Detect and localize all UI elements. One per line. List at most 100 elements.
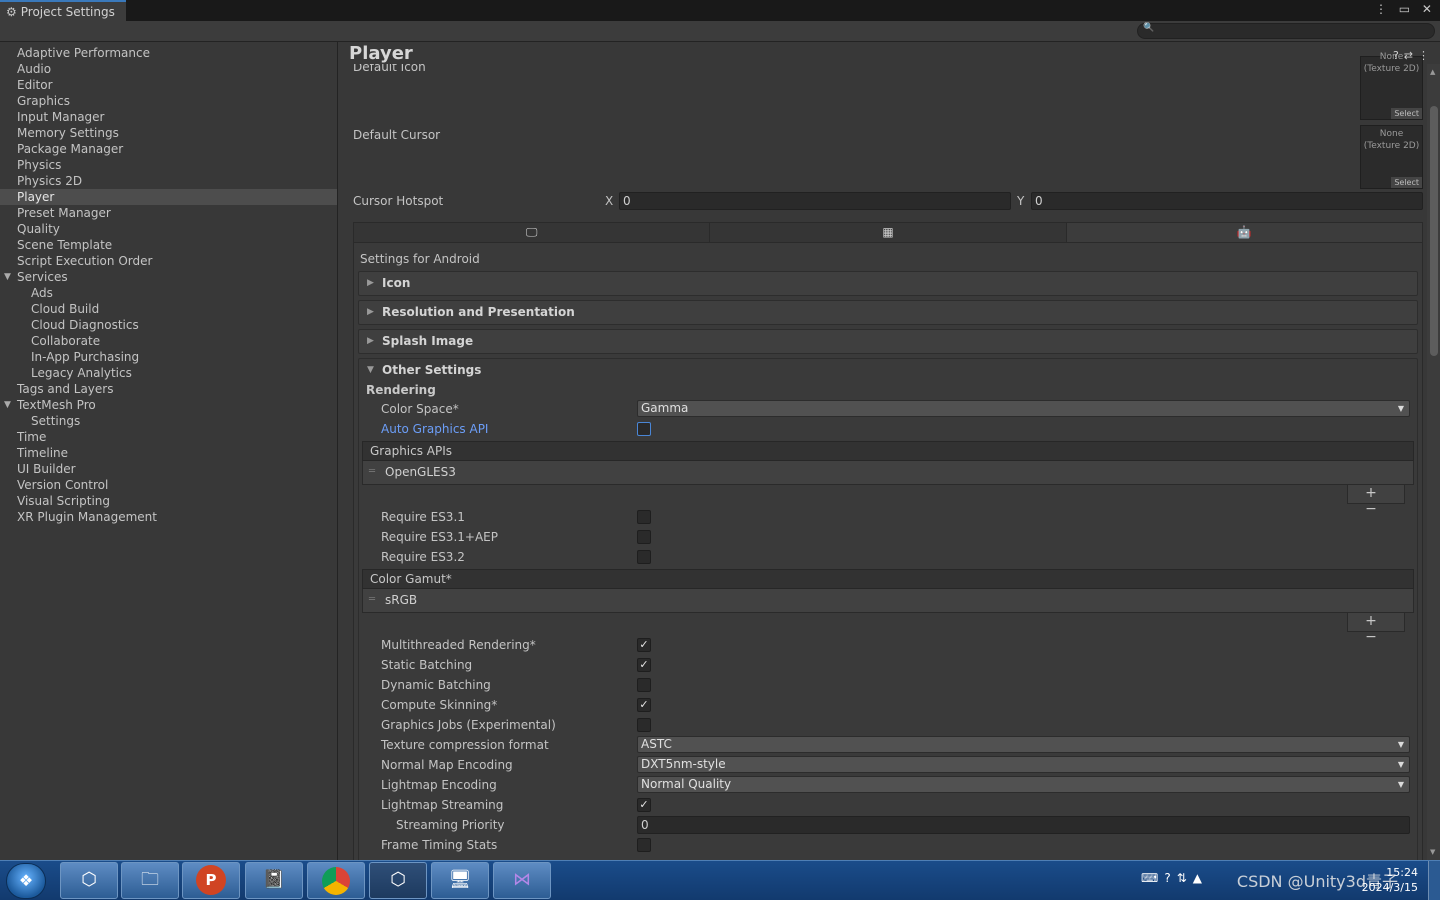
require-es31-aep-checkbox[interactable]: [637, 530, 651, 544]
clock[interactable]: 15:24 2024/3/15: [1362, 865, 1418, 895]
default-icon-select-button[interactable]: Select: [1391, 108, 1422, 119]
header-icons[interactable]: ?⇄⋮: [1393, 49, 1434, 62]
tab-android[interactable]: 🤖: [1066, 223, 1422, 242]
sidebar-item-version-control[interactable]: Version Control: [0, 477, 337, 493]
lightmap-streaming-checkbox[interactable]: ✓: [637, 798, 651, 812]
compute-skinning-checkbox[interactable]: ✓: [637, 698, 651, 712]
window-controls[interactable]: ⋮ ▭ ✕: [1375, 2, 1436, 16]
sidebar-item-services[interactable]: ▼ Services: [0, 269, 337, 285]
sidebar-item-label: Scene Template: [17, 238, 113, 252]
sidebar-item-label: Editor: [17, 78, 53, 92]
multithreaded-rendering-label: Multithreaded Rendering*: [381, 638, 536, 652]
sidebar-item-xr-plugin-management[interactable]: XR Plugin Management: [0, 509, 337, 525]
lightmap-encoding-dropdown[interactable]: Normal Quality ▼: [637, 776, 1410, 793]
taskbar-file-explorer[interactable]: 🗀: [121, 862, 179, 899]
texture-compression-dropdown[interactable]: ASTC ▼: [637, 736, 1410, 753]
chevron-down-icon[interactable]: ▼: [4, 397, 11, 413]
taskbar-visual-studio[interactable]: ⋈: [493, 862, 551, 899]
sidebar-item-scene-template[interactable]: Scene Template: [0, 237, 337, 253]
sidebar-item-in-app-purchasing[interactable]: In-App Purchasing: [0, 349, 337, 365]
static-batching-checkbox[interactable]: ✓: [637, 658, 651, 672]
sidebar-item-textmesh-pro[interactable]: ▼ TextMesh Pro: [0, 397, 337, 413]
drag-handle-icon[interactable]: ═: [369, 589, 375, 611]
sidebar-item-ads[interactable]: Ads: [0, 285, 337, 301]
graphics-jobs-checkbox[interactable]: [637, 718, 651, 732]
frame-timing-stats-checkbox[interactable]: [637, 838, 651, 852]
streaming-priority-field[interactable]: 0: [637, 816, 1410, 834]
taskbar-notepad[interactable]: 📓: [245, 862, 303, 899]
sidebar-item-adaptive-performance[interactable]: Adaptive Performance: [0, 45, 337, 61]
scrollbar-thumb[interactable]: [1430, 106, 1438, 356]
remote-desktop-icon: 🖥: [448, 869, 472, 890]
graphics-apis-item[interactable]: ═ OpenGLES3: [362, 461, 1414, 485]
sidebar-item-editor[interactable]: Editor: [0, 77, 337, 93]
sidebar-item-cloud-build[interactable]: Cloud Build: [0, 301, 337, 317]
color-gamut-add-remove[interactable]: + −: [1347, 613, 1405, 645]
sidebar-item-physics-2d[interactable]: Physics 2D: [0, 173, 337, 189]
tab-desktop[interactable]: 🖵: [354, 223, 711, 242]
sidebar-item-graphics[interactable]: Graphics: [0, 93, 337, 109]
sidebar-item-quality[interactable]: Quality: [0, 221, 337, 237]
taskbar-unity-hub[interactable]: ⬡: [60, 862, 118, 899]
taskbar-remote-desktop[interactable]: 🖥: [431, 862, 489, 899]
sidebar-item-visual-scripting[interactable]: Visual Scripting: [0, 493, 337, 509]
sidebar-item-script-execution-order[interactable]: Script Execution Order: [0, 253, 337, 269]
section-icon[interactable]: ▶ Icon: [358, 271, 1418, 296]
sidebar-item-collaborate[interactable]: Collaborate: [0, 333, 337, 349]
sidebar-item-settings[interactable]: Settings: [0, 413, 337, 429]
default-icon-slot[interactable]: None (Texture 2D) Select: [1360, 52, 1423, 120]
scroll-up-icon[interactable]: ▲: [1430, 68, 1435, 76]
section-splash[interactable]: ▶ Splash Image: [358, 329, 1418, 354]
inspector-scrollbar[interactable]: ▲ ▼: [1427, 64, 1440, 860]
sidebar-item-memory-settings[interactable]: Memory Settings: [0, 125, 337, 141]
notepad-icon: 📓: [262, 869, 286, 890]
show-desktop-button[interactable]: [1428, 861, 1440, 900]
tab-webgl[interactable]: ▦: [710, 223, 1067, 242]
taskbar-powerpoint[interactable]: P: [182, 862, 240, 899]
search-input[interactable]: 🔍: [1137, 23, 1435, 39]
auto-graphics-api-checkbox[interactable]: [637, 422, 651, 436]
sidebar-item-cloud-diagnostics[interactable]: Cloud Diagnostics: [0, 317, 337, 333]
color-space-dropdown[interactable]: Gamma ▼: [637, 400, 1410, 417]
dynamic-batching-checkbox[interactable]: [637, 678, 651, 692]
hotspot-x-field[interactable]: 0: [619, 192, 1011, 210]
sidebar-item-tags-and-layers[interactable]: Tags and Layers: [0, 381, 337, 397]
default-cursor-select-button[interactable]: Select: [1391, 177, 1422, 188]
multithreaded-rendering-checkbox[interactable]: ✓: [637, 638, 651, 652]
normal-map-encoding-dropdown[interactable]: DXT5nm-style ▼: [637, 756, 1410, 773]
hotspot-y-field[interactable]: 0: [1031, 192, 1423, 210]
auto-graphics-api-label[interactable]: Auto Graphics API: [381, 422, 488, 436]
taskbar-chrome[interactable]: [307, 862, 365, 899]
sidebar-item-timeline[interactable]: Timeline: [0, 445, 337, 461]
help-icon[interactable]: ?: [1393, 49, 1404, 62]
preset-icon[interactable]: ⇄: [1404, 49, 1418, 62]
scroll-down-icon[interactable]: ▼: [1430, 848, 1435, 856]
more-menu-icon[interactable]: ⋮: [1418, 49, 1434, 62]
chevron-down-icon[interactable]: ▼: [4, 269, 11, 285]
sidebar-item-legacy-analytics[interactable]: Legacy Analytics: [0, 365, 337, 381]
require-es31-label: Require ES3.1: [381, 510, 465, 524]
require-es31-checkbox[interactable]: [637, 510, 651, 524]
require-es32-checkbox[interactable]: [637, 550, 651, 564]
sidebar-item-player[interactable]: Player: [0, 189, 337, 205]
graphics-apis-add-remove[interactable]: + −: [1347, 485, 1405, 517]
drag-handle-icon[interactable]: ═: [369, 461, 375, 483]
tray-icons[interactable]: ⌨?⇅▲: [1141, 871, 1208, 885]
sidebar-item-label: Ads: [31, 286, 53, 300]
sidebar-item-audio[interactable]: Audio: [0, 61, 337, 77]
sidebar-item-time[interactable]: Time: [0, 429, 337, 445]
default-cursor-slot[interactable]: None (Texture 2D) Select: [1360, 125, 1423, 189]
sidebar-item-ui-builder[interactable]: UI Builder: [0, 461, 337, 477]
color-gamut-item[interactable]: ═ sRGB: [362, 589, 1414, 613]
section-resolution[interactable]: ▶ Resolution and Presentation: [358, 300, 1418, 325]
project-settings-tab[interactable]: ⚙ Project Settings: [0, 0, 126, 23]
sidebar-item-input-manager[interactable]: Input Manager: [0, 109, 337, 125]
sidebar-item-label: Settings: [31, 414, 81, 428]
sidebar-item-preset-manager[interactable]: Preset Manager: [0, 205, 337, 221]
sidebar-item-package-manager[interactable]: Package Manager: [0, 141, 337, 157]
start-button[interactable]: ❖: [6, 863, 46, 899]
sidebar-item-physics[interactable]: Physics: [0, 157, 337, 173]
taskbar-unity[interactable]: ⬡: [369, 862, 427, 899]
sidebar-item-label: Services: [17, 270, 68, 284]
sidebar-item-label: Time: [17, 430, 47, 444]
